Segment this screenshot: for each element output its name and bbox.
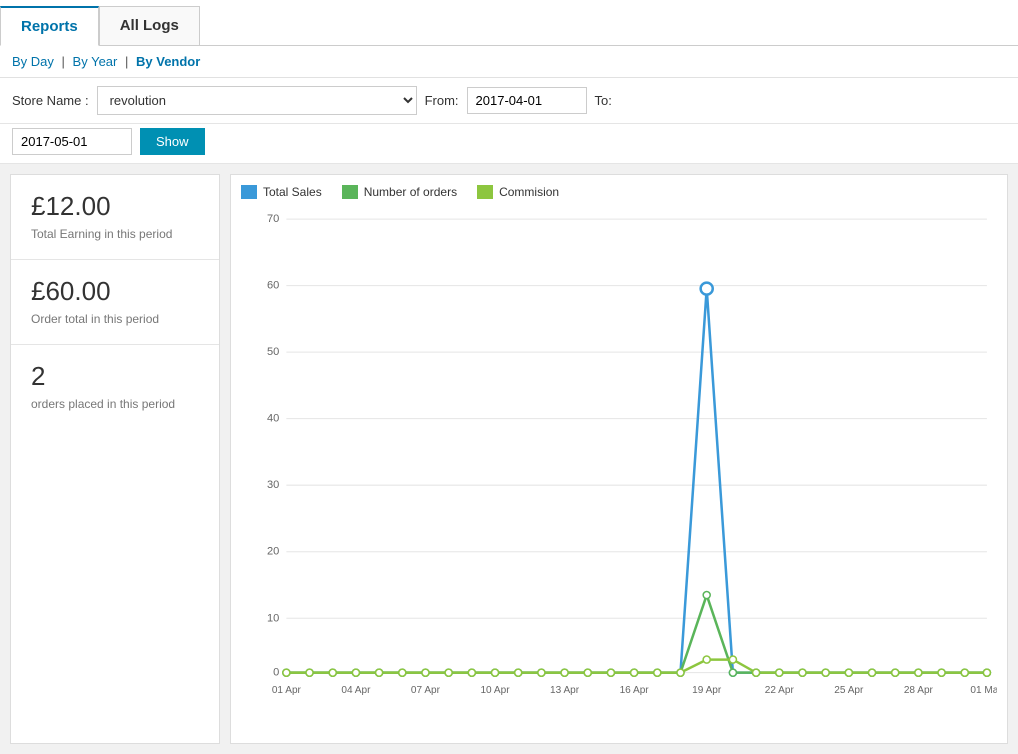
tab-all-logs[interactable]: All Logs [99, 6, 200, 45]
svg-text:70: 70 [267, 213, 279, 225]
legend-total-sales-label: Total Sales [263, 185, 322, 199]
filter-by-vendor[interactable]: By Vendor [136, 54, 200, 69]
legend-total-sales: Total Sales [241, 185, 322, 199]
stat-total-earning-value: £12.00 [31, 191, 199, 222]
chart-area: Total Sales Number of orders Commision [230, 174, 1008, 744]
chart-legend: Total Sales Number of orders Commision [241, 185, 997, 199]
stat-total-earning-label: Total Earning in this period [31, 227, 172, 241]
sep2: | [125, 54, 128, 69]
stat-orders-placed-label: orders placed in this period [31, 397, 175, 411]
svg-text:16 Apr: 16 Apr [620, 685, 650, 696]
chart-container: 70 60 50 40 30 20 10 0 [241, 209, 997, 733]
legend-commission-color [477, 185, 493, 199]
sep1: | [62, 54, 65, 69]
svg-text:22 Apr: 22 Apr [765, 685, 795, 696]
stat-orders-placed-value: 2 [31, 361, 199, 392]
legend-num-orders-color [342, 185, 358, 199]
stats-panel: £12.00 Total Earning in this period £60.… [10, 174, 220, 744]
legend-commission: Commision [477, 185, 559, 199]
store-select[interactable]: revolution [97, 86, 417, 115]
svg-text:19 Apr: 19 Apr [692, 685, 722, 696]
stat-orders-placed: 2 orders placed in this period [11, 345, 219, 429]
svg-text:30: 30 [267, 479, 279, 491]
svg-text:13 Apr: 13 Apr [550, 685, 580, 696]
filter-bar: By Day | By Year | By Vendor [0, 46, 1018, 78]
store-name-label: Store Name : [12, 93, 89, 108]
to-date-input[interactable] [12, 128, 132, 155]
legend-commission-label: Commision [499, 185, 559, 199]
svg-text:40: 40 [267, 413, 279, 425]
svg-text:10 Apr: 10 Apr [480, 685, 510, 696]
from-label: From: [425, 93, 459, 108]
svg-text:60: 60 [267, 280, 279, 292]
svg-text:0: 0 [273, 667, 279, 679]
svg-text:10: 10 [267, 612, 279, 624]
svg-text:25 Apr: 25 Apr [834, 685, 864, 696]
stat-order-total-value: £60.00 [31, 276, 199, 307]
tab-reports[interactable]: Reports [0, 6, 99, 46]
tabs-bar: Reports All Logs [0, 0, 1018, 46]
show-button[interactable]: Show [140, 128, 205, 155]
filter-by-year[interactable]: By Year [73, 54, 118, 69]
svg-text:20: 20 [267, 546, 279, 558]
stat-total-earning: £12.00 Total Earning in this period [11, 175, 219, 260]
legend-num-orders-label: Number of orders [364, 185, 457, 199]
from-date-input[interactable] [467, 87, 587, 114]
chart-svg: 70 60 50 40 30 20 10 0 [241, 209, 997, 733]
main-content: £12.00 Total Earning in this period £60.… [0, 164, 1018, 754]
stat-order-total: £60.00 Order total in this period [11, 260, 219, 345]
controls-row-2: Show [0, 124, 1018, 164]
stat-order-total-label: Order total in this period [31, 312, 159, 326]
filter-by-day[interactable]: By Day [12, 54, 54, 69]
filter-links: By Day | By Year | By Vendor [12, 54, 1006, 69]
svg-text:07 Apr: 07 Apr [411, 685, 441, 696]
chart-peak-dot-sales [701, 283, 713, 295]
svg-text:01 May: 01 May [970, 685, 997, 696]
svg-text:01 Apr: 01 Apr [272, 685, 302, 696]
svg-text:28 Apr: 28 Apr [904, 685, 934, 696]
legend-total-sales-color [241, 185, 257, 199]
svg-text:50: 50 [267, 346, 279, 358]
svg-text:04 Apr: 04 Apr [341, 685, 371, 696]
controls-row: Store Name : revolution From: To: [0, 78, 1018, 124]
legend-num-orders: Number of orders [342, 185, 457, 199]
to-label: To: [595, 93, 612, 108]
